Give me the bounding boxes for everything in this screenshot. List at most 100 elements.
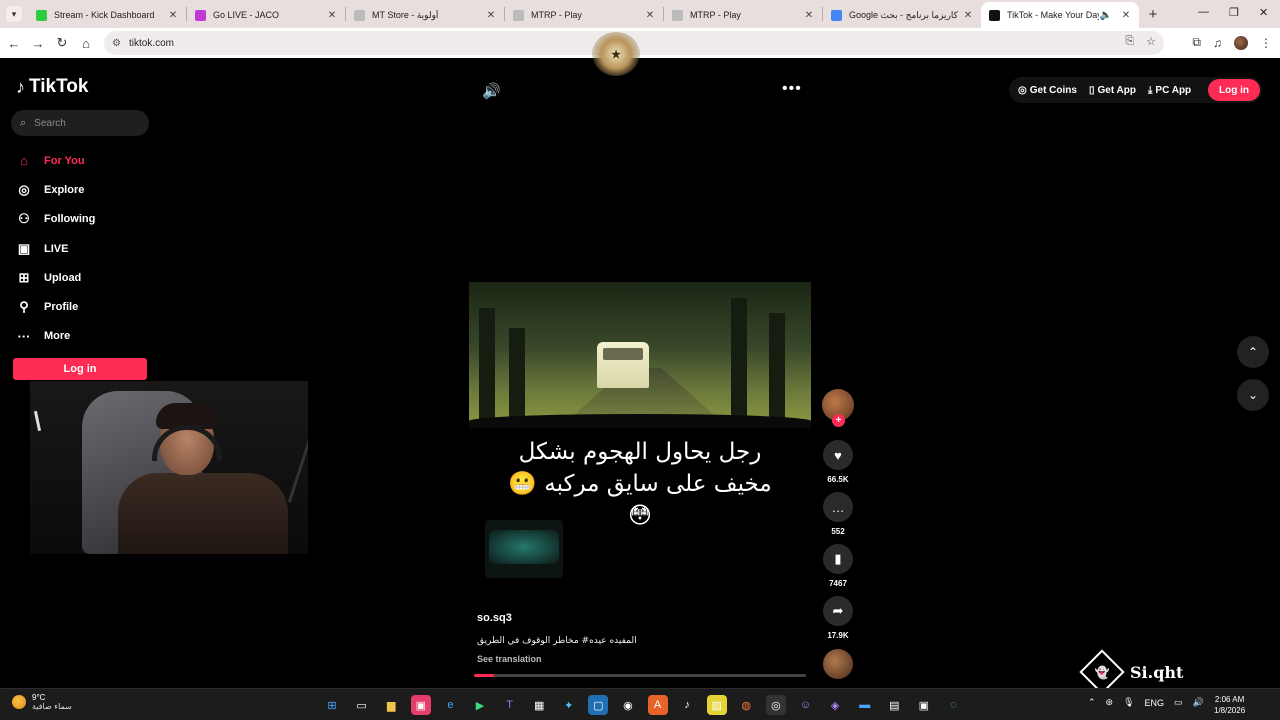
get-app-link[interactable]: ▯ Get App	[1089, 85, 1136, 96]
network-icon[interactable]: ▭	[1174, 697, 1183, 708]
app-icon[interactable]: ▬	[855, 695, 875, 715]
share-action[interactable]: ➦ 17.9K	[820, 596, 856, 641]
site-info-icon[interactable]: ⚙	[112, 38, 121, 49]
close-icon[interactable]: ✕	[1119, 10, 1133, 21]
header-login-button[interactable]: Log in	[1208, 79, 1260, 101]
video-player[interactable]: رجل يحاول الهجوم بشكل مخيف على سايق مركب…	[469, 190, 811, 680]
search-icon: ⌕	[20, 116, 27, 129]
media-control-icon[interactable]: ♫	[1213, 36, 1222, 50]
edge-icon[interactable]: e	[440, 695, 460, 715]
previous-video-button[interactable]: ⌃	[1237, 336, 1269, 368]
save-action[interactable]: ▮ 7467	[820, 544, 856, 589]
sidebar-login-button[interactable]: Log in	[13, 358, 147, 380]
copilot-icon[interactable]: ✦	[559, 695, 579, 715]
sidebar-item-profile[interactable]: ⚲ Profile	[16, 292, 95, 321]
app-icon[interactable]: ◌	[943, 695, 963, 715]
see-translation-link[interactable]: See translation	[477, 654, 542, 664]
microphone-icon[interactable]: 🎙	[1123, 697, 1134, 708]
app-icon[interactable]: A	[647, 695, 668, 715]
chrome-menu-icon[interactable]: ⋮	[1260, 36, 1272, 50]
tab-mtrp-play-2[interactable]: MTRP - Play ✕	[664, 2, 822, 28]
pc-app-link[interactable]: ⤓ PC App	[1148, 85, 1191, 96]
firefox-icon[interactable]: ◍	[736, 695, 756, 715]
sidebar-item-for-you[interactable]: ⌂ For You	[16, 146, 95, 175]
tab-kick-dashboard[interactable]: Stream - Kick Dashboard ✕	[28, 2, 186, 28]
tab-go-live[interactable]: Go LIVE - JACO ✕	[187, 2, 345, 28]
search-input[interactable]	[34, 117, 135, 129]
new-tab-button[interactable]: +	[1143, 6, 1163, 23]
back-icon[interactable]: ←	[2, 36, 26, 51]
tiktok-app-icon[interactable]: ♪	[677, 695, 697, 715]
language-indicator[interactable]: ENG	[1145, 698, 1165, 708]
share-icon[interactable]: ➦	[823, 596, 853, 626]
creator-avatar[interactable]: +	[822, 389, 854, 427]
sidebar-item-explore[interactable]: ◎ Explore	[16, 175, 95, 204]
close-icon[interactable]: ✕	[643, 10, 657, 21]
window-close-icon[interactable]: ✕	[1259, 6, 1268, 19]
more-options-icon[interactable]: •••	[782, 80, 802, 98]
sidebar-item-more[interactable]: ··· More	[16, 322, 95, 351]
clock-date: 1/8/2026	[1214, 706, 1246, 715]
app-icon[interactable]: ◈	[825, 695, 845, 715]
extensions-icon[interactable]: ⧉	[1192, 35, 1201, 50]
teams-icon[interactable]: T	[500, 695, 520, 715]
get-coins-link[interactable]: ◎ Get Coins	[1018, 85, 1077, 96]
close-icon[interactable]: ✕	[961, 10, 975, 21]
tray-overflow-icon[interactable]: ⌃	[1088, 697, 1096, 708]
speaker-icon[interactable]: 🔈	[1099, 10, 1113, 21]
profile-avatar[interactable]	[1234, 35, 1248, 50]
sidebar-item-upload[interactable]: ⊞ Upload	[16, 263, 95, 292]
taskbar-clock[interactable]: 2:06 AM 1/8/2026	[1214, 694, 1245, 716]
heart-icon[interactable]: ♥	[823, 440, 853, 470]
tab-tiktok[interactable]: TikTok - Make Your Day 🔈 ✕	[981, 2, 1139, 28]
sidebar-item-live[interactable]: ▣ LIVE	[16, 234, 95, 263]
sidebar-item-label: Profile	[44, 301, 79, 314]
store-icon[interactable]: ▦	[529, 695, 549, 715]
url-text[interactable]: tiktok.com	[129, 38, 174, 49]
video-progress-bar[interactable]	[474, 674, 806, 677]
video-author[interactable]: so.sq3	[477, 612, 512, 624]
close-icon[interactable]: ✕	[325, 10, 339, 21]
bookmark-icon[interactable]: ▮	[823, 544, 853, 574]
close-icon[interactable]: ✕	[166, 10, 180, 21]
comment-action[interactable]: … 552	[820, 492, 856, 537]
sidebar-item-following[interactable]: ⚇ Following	[16, 205, 95, 234]
restore-icon[interactable]: ❐	[1229, 6, 1239, 19]
start-icon[interactable]: ⊞	[322, 695, 342, 715]
app-icon[interactable]: ▤	[884, 695, 904, 715]
play-store-icon[interactable]: ▶	[470, 695, 490, 715]
weather-widget[interactable]: 9°C سماء صافية	[12, 693, 72, 711]
minimize-icon[interactable]: —	[1198, 6, 1209, 18]
next-video-button[interactable]: ⌄	[1237, 379, 1269, 411]
bookmark-star-icon[interactable]: ☆	[1146, 35, 1156, 48]
file-explorer-icon[interactable]: ▆	[381, 695, 401, 715]
close-icon[interactable]: ✕	[484, 10, 498, 21]
app-icon[interactable]: ▢	[588, 695, 609, 715]
tab-google-search[interactable]: Google كاريزما برنامج - بحث ✕	[823, 2, 981, 28]
app-icon[interactable]: ▧	[706, 695, 727, 715]
chrome-icon[interactable]: ◎	[765, 695, 786, 715]
app-icon[interactable]: ◉	[618, 695, 638, 715]
home-button-icon[interactable]: ⌂	[74, 36, 98, 51]
sidebar-item-label: Upload	[44, 271, 82, 284]
music-disc-icon[interactable]	[823, 649, 853, 679]
app-icon[interactable]: ▣	[410, 695, 431, 715]
tab-mtrp-play[interactable]: MTRP - Play ✕	[505, 2, 663, 28]
tray-app-icon[interactable]: ⊛	[1106, 697, 1114, 708]
speaker-icon[interactable]: 🔊	[1193, 697, 1204, 708]
close-icon[interactable]: ✕	[802, 10, 816, 21]
task-view-icon[interactable]: ▭	[352, 695, 372, 715]
forward-icon[interactable]: →	[26, 36, 50, 51]
install-app-icon[interactable]: ⎘	[1125, 35, 1134, 48]
tab-search-button[interactable]: ▾	[6, 6, 22, 22]
app-icon[interactable]: ▣	[914, 695, 934, 715]
tab-mt-store[interactable]: MT Store - أولوية ✕	[346, 2, 504, 28]
comment-icon[interactable]: …	[823, 492, 853, 522]
discord-icon[interactable]: ☺	[796, 695, 816, 715]
reload-icon[interactable]: ↻	[50, 35, 74, 51]
search-box[interactable]: ⌕	[11, 110, 149, 136]
tiktok-logo[interactable]: ♪ TikTok	[16, 76, 88, 98]
like-action[interactable]: ♥ 66.5K	[820, 440, 856, 485]
volume-icon[interactable]: 🔊	[482, 82, 501, 100]
follow-plus-icon[interactable]: +	[832, 414, 845, 427]
